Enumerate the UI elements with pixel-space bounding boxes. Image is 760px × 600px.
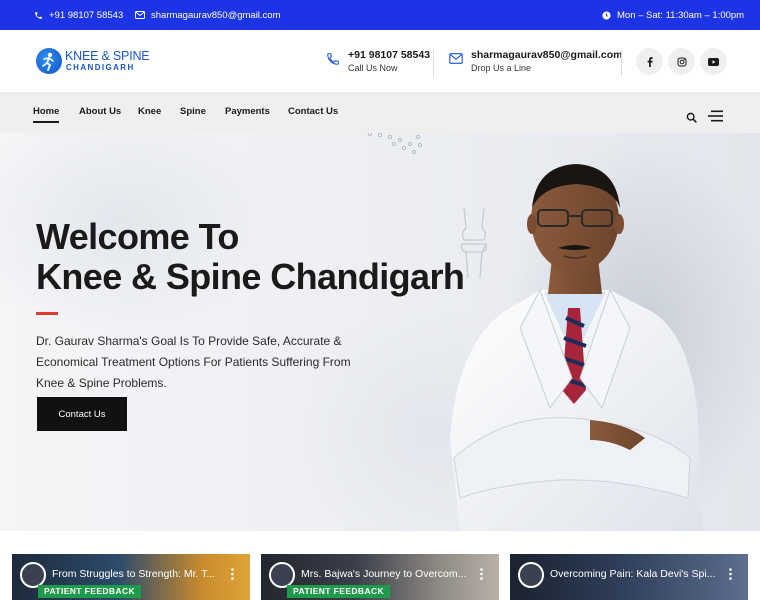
nav-payments[interactable]: Payments [225, 106, 270, 117]
topbar-email[interactable]: sharmagaurav850@gmail.com [135, 0, 281, 30]
hero-heading: Welcome To Knee & Spine Chandigarh [36, 216, 465, 297]
header-phone-caption: Call Us Now [348, 63, 398, 73]
topbar-hours: Mon – Sat: 11:30am – 1:00pm [602, 0, 744, 30]
patient-feedback-badge: PATIENT FEEDBACK [38, 585, 142, 598]
envelope-icon [135, 11, 145, 19]
header-email-caption: Drop Us a Line [471, 63, 532, 73]
nav-knee[interactable]: Knee [138, 106, 161, 117]
nav-home[interactable]: Home [33, 106, 60, 123]
facebook-icon [647, 56, 653, 67]
search-button[interactable] [686, 110, 697, 128]
logo-runner-icon [36, 48, 62, 74]
hero-heading-line1: Welcome To [36, 216, 239, 257]
more-options-icon[interactable] [729, 568, 732, 580]
video-thumbnail[interactable]: Overcoming Pain: Kala Devi's Spi... [510, 554, 748, 600]
site-logo[interactable]: KNEE & SPINE CHANDIGARH [36, 48, 150, 74]
topbar-email-text: sharmagaurav850@gmail.com [151, 9, 281, 21]
topbar-hours-text: Mon – Sat: 11:30am – 1:00pm [617, 9, 745, 21]
decorative-dots [367, 133, 423, 155]
channel-avatar [518, 562, 544, 588]
video-title: Mrs. Bajwa's Journey to Overcom... [301, 568, 467, 580]
video-thumbnail[interactable]: From Struggles to Strength: Mr. T... PAT… [12, 554, 250, 600]
topbar-phone-text: +91 98107 58543 [49, 9, 124, 21]
video-thumbnail[interactable]: Mrs. Bajwa's Journey to Overcom... PATIE… [261, 554, 499, 600]
contact-us-button[interactable]: Contact Us [37, 397, 127, 431]
youtube-button[interactable] [700, 48, 727, 75]
phone-outline-icon [327, 53, 339, 65]
envelope-outline-icon [449, 53, 463, 64]
phone-icon [35, 11, 42, 19]
header-phone-number: +91 98107 58543 [348, 49, 431, 61]
heading-accent-bar [36, 312, 58, 315]
facebook-button[interactable] [636, 48, 663, 75]
nav-contact-us[interactable]: Contact Us [288, 106, 338, 117]
header-phone[interactable]: +91 98107 58543 Call Us Now [326, 49, 430, 75]
clock-icon [602, 10, 611, 20]
nav-about-us[interactable]: About Us [79, 106, 121, 117]
youtube-icon [708, 57, 719, 66]
more-options-icon[interactable] [231, 568, 234, 580]
instagram-icon [677, 57, 686, 66]
patient-feedback-badge: PATIENT FEEDBACK [287, 585, 391, 598]
instagram-button[interactable] [668, 48, 695, 75]
search-icon [686, 112, 697, 123]
hero-banner: Welcome To Knee & Spine Chandigarh Dr. G… [0, 133, 760, 531]
topbar-phone[interactable]: +91 98107 58543 [34, 0, 123, 30]
video-title: Overcoming Pain: Kala Devi's Spi... [550, 568, 716, 580]
site-header: KNEE & SPINE CHANDIGARH +91 98107 58543 … [0, 30, 760, 93]
menu-toggle-button[interactable] [708, 109, 723, 127]
header-email-address: sharmagaurav850@gmail.com [471, 49, 623, 61]
hero-description: Dr. Gaurav Sharma's Goal Is To Provide S… [36, 334, 351, 390]
logo-subtitle: CHANDIGARH [66, 62, 135, 72]
header-email[interactable]: sharmagaurav850@gmail.com Drop Us a Line [449, 49, 622, 75]
header-divider [433, 50, 434, 77]
hero-heading-line2: Knee & Spine Chandigarh [36, 256, 465, 297]
more-options-icon[interactable] [480, 568, 483, 580]
main-navigation: Home About Us Knee Spine Payments Contac… [0, 93, 760, 133]
hamburger-menu-icon [708, 110, 723, 122]
video-title: From Struggles to Strength: Mr. T... [52, 568, 216, 580]
header-divider [621, 50, 622, 77]
doctor-portrait [450, 164, 702, 531]
top-info-bar: +91 98107 58543 sharmagaurav850@gmail.co… [0, 0, 760, 30]
nav-spine[interactable]: Spine [180, 106, 206, 117]
logo-title: KNEE & SPINE [65, 48, 150, 63]
